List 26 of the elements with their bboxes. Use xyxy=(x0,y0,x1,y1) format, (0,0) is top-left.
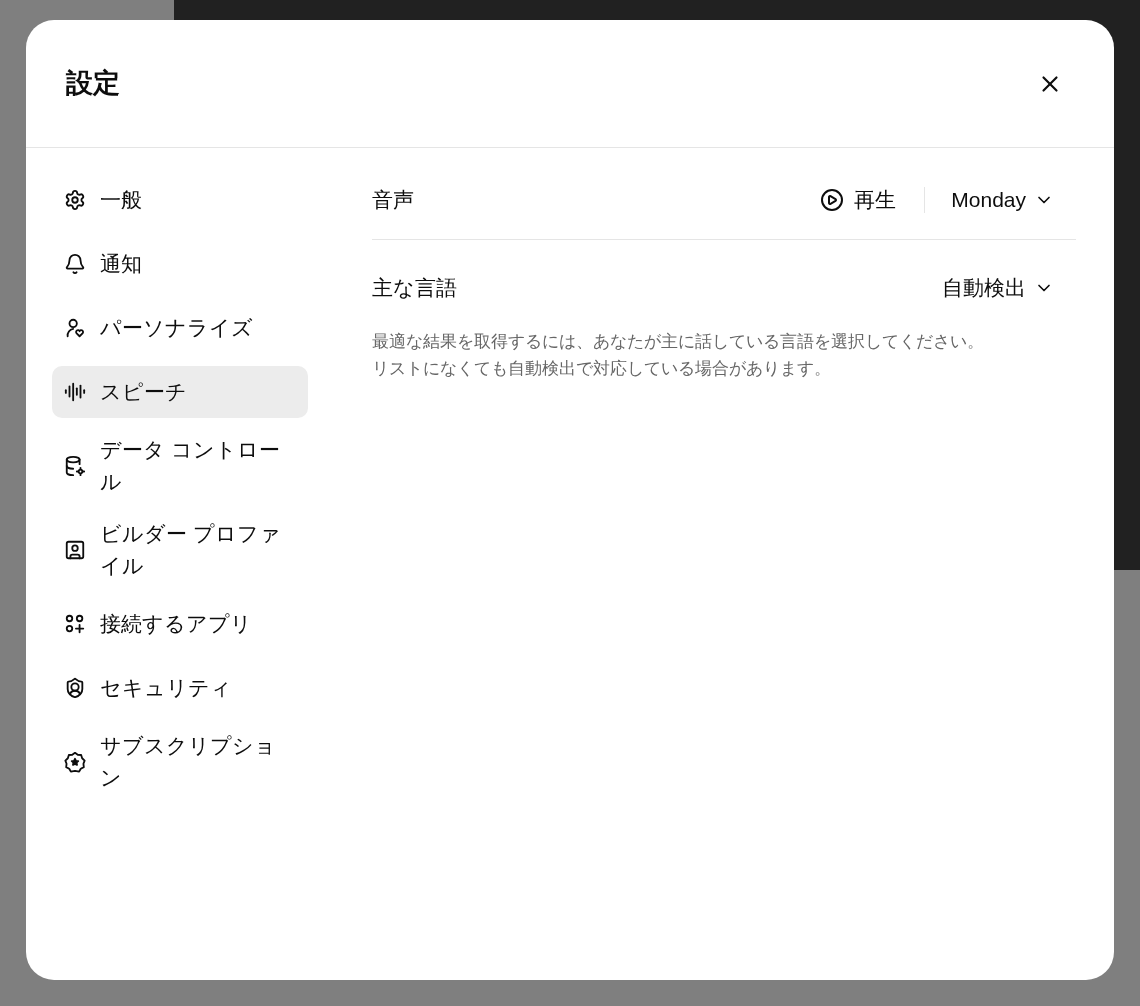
play-icon xyxy=(820,187,845,212)
voice-dropdown[interactable]: Monday xyxy=(925,183,1076,216)
id-card-icon xyxy=(64,539,86,561)
sidebar-item[interactable]: パーソナライズ xyxy=(52,302,308,354)
dialog-title: 設定 xyxy=(66,67,120,101)
sidebar-item[interactable]: 接続するアプリ xyxy=(52,598,308,650)
sidebar-item[interactable]: スピーチ xyxy=(52,366,308,418)
bell-icon xyxy=(64,253,86,275)
sidebar-item[interactable]: サブスクリプション xyxy=(52,726,308,798)
sidebar-item[interactable]: データ コントロール xyxy=(52,430,308,502)
star-badge-icon xyxy=(64,751,86,773)
play-button[interactable]: 再生 xyxy=(820,186,926,213)
sound-wave-icon xyxy=(64,381,86,403)
voice-label: 音声 xyxy=(372,186,414,213)
sidebar-item[interactable]: 通知 xyxy=(52,238,308,290)
person-heart-icon xyxy=(64,317,86,339)
sidebar-item[interactable]: セキュリティ xyxy=(52,662,308,714)
sidebar-item[interactable]: 一般 xyxy=(52,174,308,226)
language-description: 最適な結果を取得するには、あなたが主に話している言語を選択してください。リストになくても自動検出で対応している場合があります。 xyxy=(372,331,985,380)
apps-plus-icon xyxy=(64,613,86,635)
language-dropdown[interactable]: 自動検出 xyxy=(942,272,1076,304)
settings-icon xyxy=(64,189,86,211)
sidebar-item[interactable]: ビルダー プロファイル xyxy=(52,514,308,586)
database-gear-icon xyxy=(64,455,86,477)
shield-user-icon xyxy=(64,677,86,699)
language-label: 主な言語 xyxy=(372,275,457,302)
